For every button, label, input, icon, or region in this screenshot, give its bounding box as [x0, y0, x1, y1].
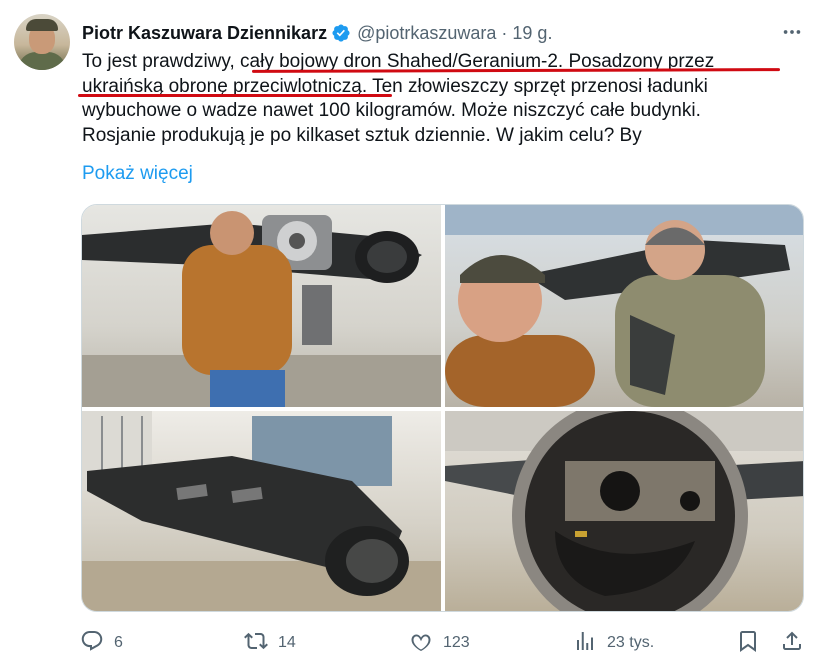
- verified-badge-icon: [331, 23, 351, 43]
- like-button[interactable]: 123: [409, 626, 470, 660]
- drone-wing-on-floor-photo[interactable]: [82, 411, 441, 611]
- more-options-icon[interactable]: [780, 20, 804, 44]
- tweet-text-line: wybuchowe o wadze nawet 100 kilogramów. …: [82, 100, 701, 121]
- like-count: 123: [443, 634, 470, 651]
- action-bar: 6 14 123 23 tys.: [80, 626, 806, 660]
- tweet-text-line: Rosjanie produkują je po kilkaset sztuk …: [82, 124, 642, 146]
- heart-icon: [409, 629, 433, 658]
- avatar-shirt: [18, 52, 66, 70]
- separator-dot: ·: [501, 22, 508, 43]
- tweet-header: Piotr Kaszuwara Dziennikarz @piotrkaszuw…: [82, 20, 552, 46]
- selfie-two-men-with-drone-photo[interactable]: [445, 205, 803, 407]
- reply-icon: [80, 629, 104, 658]
- views-count: 23 tys.: [607, 634, 655, 651]
- views-chart-icon: [573, 629, 597, 658]
- bookmark-button[interactable]: [736, 626, 760, 660]
- avatar[interactable]: [14, 14, 70, 70]
- red-highlight-underline: [78, 94, 392, 97]
- media-grid: [81, 204, 804, 612]
- author-name[interactable]: Piotr Kaszuwara Dziennikarz: [82, 23, 327, 44]
- bookmark-icon: [736, 629, 760, 658]
- show-more-link[interactable]: Pokaż więcej: [82, 163, 193, 185]
- retweet-icon: [244, 629, 268, 658]
- avatar-cap: [26, 19, 58, 31]
- drone-rear-nozzle-photo[interactable]: [445, 411, 803, 611]
- share-button[interactable]: [780, 626, 804, 660]
- views-button[interactable]: 23 tys.: [573, 626, 654, 660]
- man-holding-drone-engine-photo[interactable]: [82, 205, 441, 407]
- tweet[interactable]: Piotr Kaszuwara Dziennikarz @piotrkaszuw…: [0, 0, 826, 669]
- tweet-text: To jest prawdziwy, cały bojowy dron Shah…: [78, 50, 802, 148]
- retweet-count: 14: [278, 634, 296, 651]
- reply-count: 6: [114, 634, 123, 651]
- share-icon: [780, 629, 804, 658]
- author-handle[interactable]: @piotrkaszuwara: [357, 23, 496, 44]
- timestamp[interactable]: 19 g.: [512, 23, 552, 44]
- retweet-button[interactable]: 14: [244, 626, 296, 660]
- reply-button[interactable]: 6: [80, 626, 123, 660]
